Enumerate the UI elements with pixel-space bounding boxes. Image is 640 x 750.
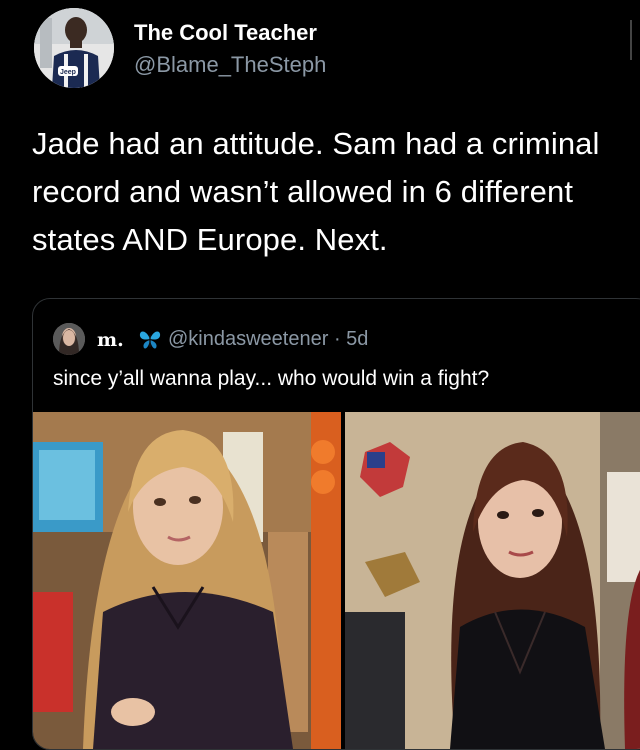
svg-text:Jeep: Jeep: [60, 69, 76, 76]
author-handle[interactable]: @Blame_TheSteph: [134, 52, 326, 78]
tweet: Jeep The Cool Teacher @Blame_TheSteph Ja…: [0, 0, 640, 750]
media-image-left[interactable]: [33, 412, 341, 749]
tweet-text: Jade had an attitude. Sam had a criminal…: [32, 126, 600, 257]
divider: [630, 20, 640, 60]
quote-text: since y’all wanna play... who would win …: [53, 367, 490, 390]
butterfly-emoji-icon: [139, 331, 161, 349]
author-avatar[interactable]: Jeep: [34, 8, 114, 88]
quote-author-avatar[interactable]: [53, 323, 85, 355]
avatar-photo-icon: [53, 323, 85, 355]
quote-media[interactable]: [33, 412, 640, 749]
photo-blonde-girl-kitchen-icon: [33, 412, 341, 749]
quote-handle-and-time[interactable]: @kindasweetener · 5d: [168, 328, 368, 351]
photo-brunette-girl-room-icon: [345, 412, 640, 749]
quote-tweet-card[interactable]: m. @kindasweetener · 5d since y’all wann…: [32, 298, 640, 750]
quote-author-name[interactable]: m.: [97, 329, 124, 351]
author-name[interactable]: The Cool Teacher: [134, 20, 317, 46]
avatar-photo-icon: Jeep: [34, 8, 114, 88]
media-image-right[interactable]: [345, 412, 640, 749]
